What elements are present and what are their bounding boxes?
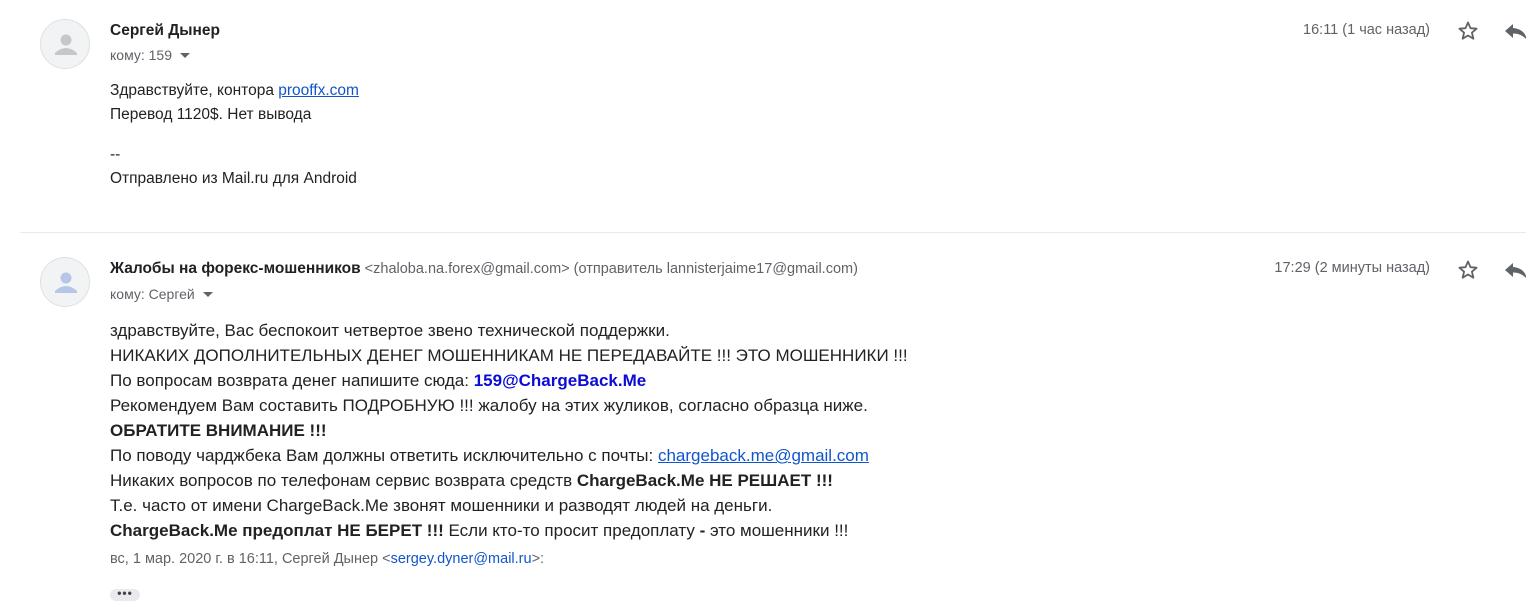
body-line: Здравствуйте, контора prooffx.com <box>110 79 359 103</box>
divider <box>20 232 1526 233</box>
body-text-bold: ChargeBack.Me предоплат НЕ БЕРЕТ !!! <box>110 521 444 540</box>
sender-via: (отправитель lannisterjaime17@gmail.com) <box>573 261 858 277</box>
sender-name[interactable]: Жалобы на форекс-мошенников <box>110 260 361 277</box>
sender-line: Жалобы на форекс-мошенников <zhaloba.na.f… <box>110 260 858 278</box>
body-text: Здравствуйте, контора <box>110 82 279 99</box>
body-text: это мошенники !!! <box>705 521 849 540</box>
reply-icon[interactable] <box>1502 258 1526 282</box>
sender-name[interactable]: Сергей Дынер <box>110 22 220 39</box>
body-line: НИКАКИХ ДОПОЛНИТЕЛЬНЫХ ДЕНЕГ МОШЕННИКАМ … <box>110 346 908 365</box>
body-line: Т.е. часто от имени ChargeBack.Me звонят… <box>110 496 773 515</box>
message-body: Здравствуйте, контора prooffx.com Перево… <box>110 79 359 191</box>
quote-text: вс, 1 мар. 2020 г. в 16:11, Сергей Дынер… <box>110 551 391 567</box>
sender-email: <zhaloba.na.forex@gmail.com> <box>364 261 570 277</box>
quote-text: >: <box>531 551 545 567</box>
chargeback-email[interactable]: 159@ChargeBack.Me <box>474 371 647 390</box>
recipients-dropdown[interactable]: кому: 159 <box>110 47 190 63</box>
email-link[interactable]: chargeback.me@gmail.com <box>658 446 869 465</box>
message-time: 17:29 (2 минуты назад) <box>1274 260 1430 276</box>
star-icon[interactable] <box>1456 258 1480 282</box>
signature-separator: -- <box>110 146 121 163</box>
chevron-down-icon <box>202 291 213 297</box>
body-line: Перевод 1120$. Нет вывода <box>110 106 312 123</box>
body-text: По вопросам возврата денег напишите сюда… <box>110 371 474 390</box>
site-link[interactable]: prooffx.com <box>278 82 359 99</box>
star-icon[interactable] <box>1456 19 1480 43</box>
reply-icon[interactable] <box>1502 19 1526 43</box>
message-time: 16:11 (1 час назад) <box>1303 22 1430 38</box>
body-text-bold: ChargeBack.Me НЕ РЕШАЕТ !!! <box>576 471 833 490</box>
person-icon <box>55 272 77 293</box>
body-line: ОБРАТИТЕ ВНИМАНИЕ !!! <box>110 421 327 440</box>
body-line: По поводу чарджбека Вам должны ответить … <box>110 443 908 468</box>
quote-header: вс, 1 мар. 2020 г. в 16:11, Сергей Дынер… <box>110 551 544 567</box>
signature: Отправлено из Mail.ru для Android <box>110 170 357 187</box>
body-line: Никаких вопросов по телефонам сервис воз… <box>110 468 908 493</box>
recipients-label: кому: 159 <box>110 47 172 63</box>
person-icon <box>55 34 77 55</box>
recipients-label: кому: Сергей <box>110 286 195 302</box>
avatar[interactable] <box>40 19 90 69</box>
quote-email-link[interactable]: sergey.dyner@mail.ru <box>391 551 532 567</box>
body-line: ChargeBack.Me предоплат НЕ БЕРЕТ !!! Есл… <box>110 518 908 543</box>
chevron-down-icon <box>180 52 190 58</box>
sender-line: Сергей Дынер <box>110 22 220 40</box>
recipients-dropdown[interactable]: кому: Сергей <box>110 286 213 302</box>
body-line: здравствуйте, Вас беспокоит четвертое зв… <box>110 321 670 340</box>
body-text: По поводу чарджбека Вам должны ответить … <box>110 446 658 465</box>
body-line: По вопросам возврата денег напишите сюда… <box>110 368 908 393</box>
show-trimmed-content-button[interactable]: ••• <box>110 587 140 601</box>
avatar[interactable] <box>40 257 90 307</box>
body-text: Никаких вопросов по телефонам сервис воз… <box>110 471 577 490</box>
body-line: Рекомендуем Вам составить ПОДРОБНУЮ !!! … <box>110 396 868 415</box>
message-body: здравствуйте, Вас беспокоит четвертое зв… <box>110 318 908 543</box>
body-text: Если кто-то просит предоплату <box>443 521 700 540</box>
